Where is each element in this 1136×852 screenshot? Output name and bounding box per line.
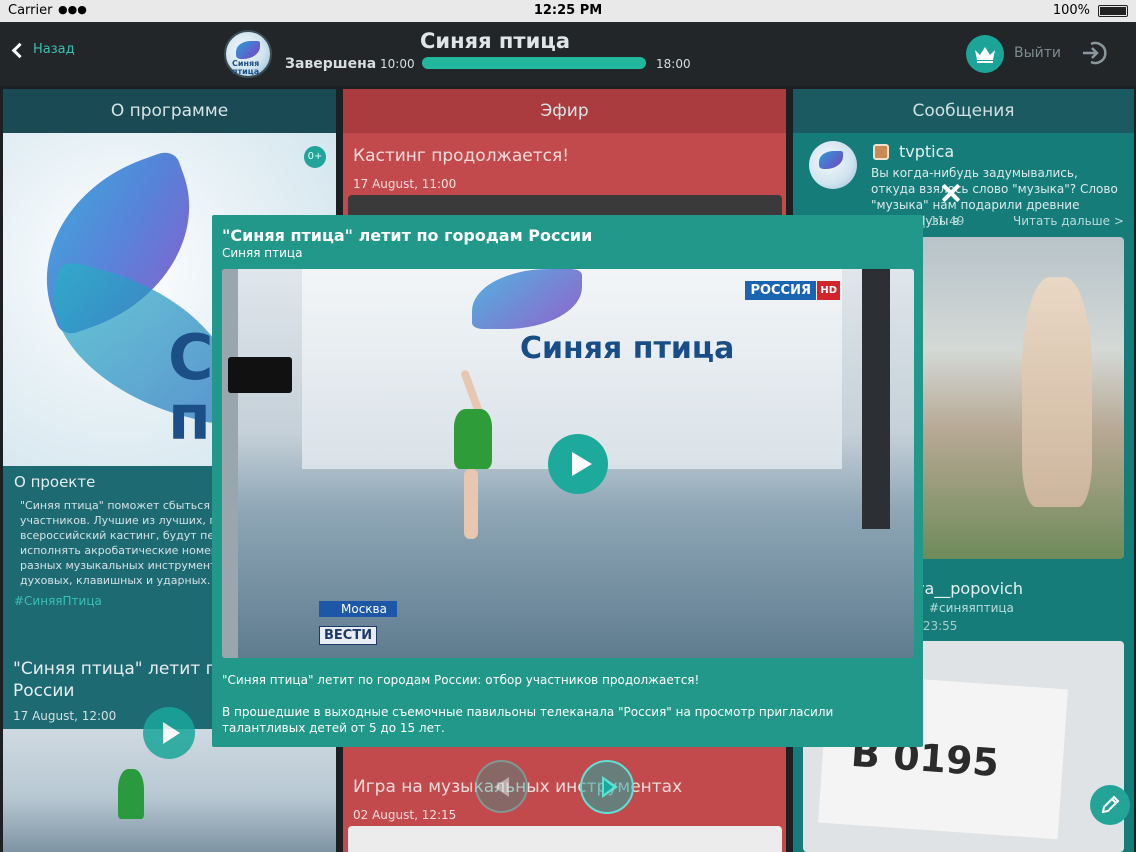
broadcast-progress xyxy=(422,57,646,69)
modal-subtitle: Синяя птица xyxy=(222,246,303,260)
back-label: Назад xyxy=(33,42,75,57)
compose-button[interactable] xyxy=(1090,785,1130,825)
age-rating-badge: 0+ xyxy=(304,146,326,168)
message-time: | 11:49 xyxy=(922,214,965,228)
back-button[interactable]: Назад xyxy=(11,42,75,59)
video-description: "Синяя птица" летит по городам России: о… xyxy=(222,673,700,687)
read-more-link[interactable]: Читать дальше > xyxy=(1013,214,1124,228)
chevron-left-icon xyxy=(11,42,28,59)
crown-icon xyxy=(975,47,995,63)
news-date: 17 August, 12:00 xyxy=(13,709,117,723)
live-column-heading[interactable]: Эфир xyxy=(343,89,786,133)
hashtag-link[interactable]: #СиняяПтица xyxy=(14,594,102,608)
channel-logo: РОССИЯ xyxy=(745,281,816,300)
avatar[interactable] xyxy=(809,141,857,189)
progress-fill xyxy=(422,57,646,69)
crown-button[interactable] xyxy=(966,35,1004,73)
play-button[interactable] xyxy=(143,707,195,759)
video-body-text: В прошедшие в выходные съемочные павильо… xyxy=(222,705,834,735)
bird-icon xyxy=(236,41,260,59)
message-hashtag[interactable]: #синяяптица xyxy=(929,601,1014,615)
play-icon xyxy=(602,776,618,798)
live-post-date: 02 August, 12:15 xyxy=(353,808,457,822)
instagram-icon xyxy=(873,144,889,160)
broadcast-status: Завершена xyxy=(285,56,377,72)
message-username[interactable]: tvptica xyxy=(899,142,954,161)
play-button[interactable] xyxy=(548,434,608,494)
about-section-title: О проекте xyxy=(14,473,96,491)
video-player[interactable]: Синяя птица РОССИЯ HD Москва ВЕСТИ xyxy=(222,269,914,658)
previous-button[interactable] xyxy=(475,760,528,813)
top-bar: Назад Синяя птица Синяя птица Завершена … xyxy=(0,22,1136,86)
messages-column-heading[interactable]: Сообщения xyxy=(793,89,1134,133)
clock: 12:25 PM xyxy=(533,3,603,18)
show-title: Синяя птица xyxy=(420,29,571,53)
show-logo: Синяя птица xyxy=(224,30,272,78)
hd-badge: HD xyxy=(817,281,840,300)
message-image[interactable] xyxy=(917,237,1124,559)
live-post-date: 17 August, 11:00 xyxy=(353,177,457,191)
carrier-label: Carrier xyxy=(8,3,53,18)
city-caption: Москва xyxy=(319,601,397,617)
close-icon[interactable] xyxy=(938,180,964,206)
next-button[interactable] xyxy=(580,760,634,814)
status-bar: Carrier ●●● 12:25 PM 100% xyxy=(0,0,1136,22)
start-time: 10:00 xyxy=(380,57,415,71)
modal-title: "Синяя птица" летит по городам России xyxy=(222,226,593,245)
battery-percent: 100% xyxy=(1052,3,1090,18)
wifi-icon: ●●● xyxy=(58,3,87,16)
logout-icon[interactable] xyxy=(1080,39,1108,67)
live-post-title[interactable]: Кастинг продолжается! xyxy=(353,146,569,166)
about-column-heading[interactable]: О программе xyxy=(3,89,336,133)
message-username[interactable]: ya__popovich xyxy=(915,579,1023,598)
video-modal: "Синяя птица" летит по городам России Си… xyxy=(212,215,923,747)
logout-label[interactable]: Выйти xyxy=(1014,45,1061,61)
end-time: 18:00 xyxy=(656,57,691,71)
pencil-icon xyxy=(1101,795,1120,814)
stage-logo: Синяя птица xyxy=(520,331,735,366)
live-post-image[interactable] xyxy=(348,826,782,852)
play-icon xyxy=(572,452,592,476)
battery-icon xyxy=(1098,5,1128,17)
program-caption: ВЕСТИ xyxy=(319,626,378,645)
bird-icon xyxy=(819,151,843,169)
show-logo-text: Синяя птица xyxy=(232,59,260,76)
app-screen: Carrier ●●● 12:25 PM 100% Назад Синяя пт… xyxy=(0,0,1136,852)
